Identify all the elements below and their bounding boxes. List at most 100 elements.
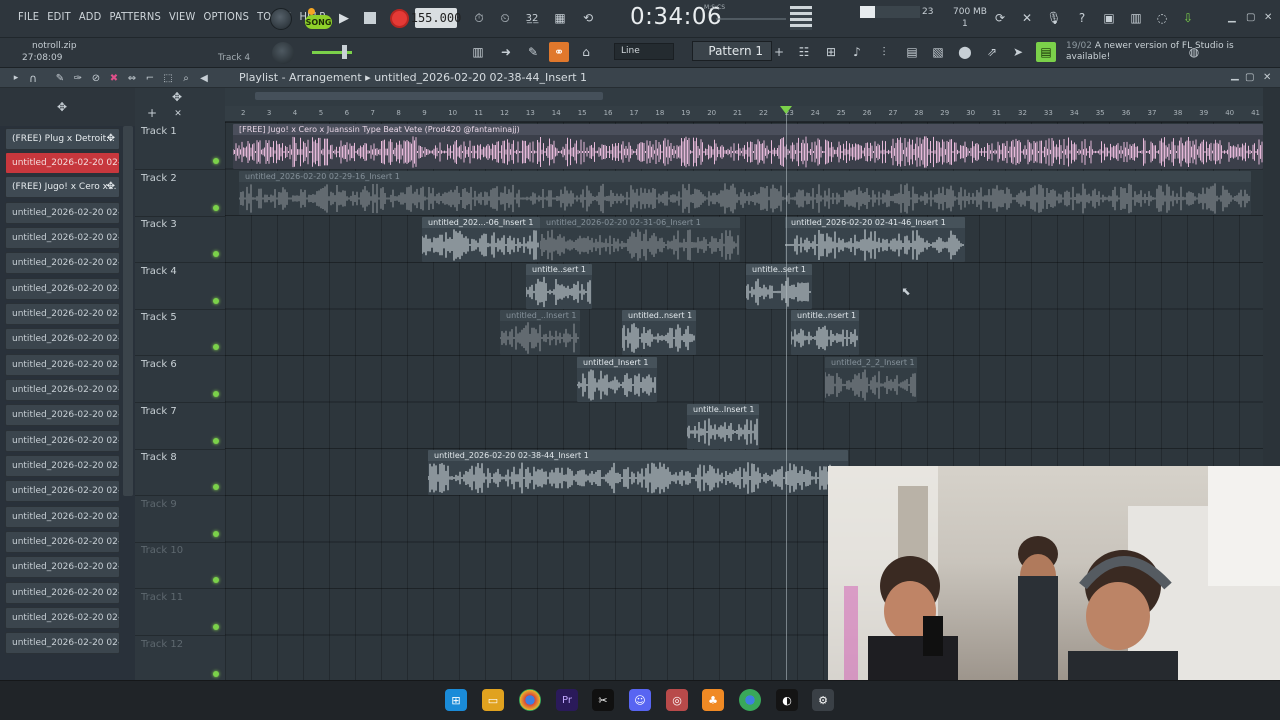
link-icon[interactable]: ⚭ <box>549 42 569 62</box>
playlist-close-icon[interactable]: ✕ <box>1263 72 1271 83</box>
timeline-ruler[interactable]: 2 3 4 5 6 7 8 9 10 11 12 13 14 15 16 17 18 19 20 21 22 23 24 25… <box>225 106 1263 122</box>
menu-item-add[interactable]: ADD <box>79 10 102 23</box>
windows-start-icon[interactable]: ⊞ <box>445 689 467 711</box>
fl-studio-taskbar-icon[interactable]: ♣ <box>702 689 724 711</box>
channel-rack-icon[interactable]: ⊞ <box>821 43 841 61</box>
export-icon[interactable]: ⇗ <box>982 43 1002 61</box>
stop-icon[interactable] <box>364 12 376 24</box>
audio-clip[interactable]: untitled_2026-02-20 02-38-44_Insert 1 <box>428 450 848 495</box>
menu-item-options[interactable]: OPTIONS <box>203 10 249 23</box>
track-mute-led[interactable] <box>213 344 219 351</box>
record-icon[interactable] <box>390 9 409 28</box>
plugin-icon[interactable]: ✕ <box>1017 8 1037 28</box>
close-icon[interactable]: ✕ <box>1264 12 1272 23</box>
track-header[interactable]: Track 9 <box>135 497 225 543</box>
slice-tool-icon[interactable]: ⌐ <box>144 71 156 85</box>
track-mute-led[interactable] <box>213 437 219 444</box>
add-track-icon[interactable]: + <box>146 106 158 120</box>
plugin-database-icon[interactable]: ▧ <box>928 43 948 61</box>
song-mode-toggle[interactable]: SONG <box>305 15 332 29</box>
audio-clip[interactable]: [FREE] Jugo! x Cero x Juanssin Type Beat… <box>233 124 1263 169</box>
track-mute-led[interactable] <box>213 251 219 258</box>
snap-selector[interactable]: Line <box>614 43 674 60</box>
slip-tool-icon[interactable]: ⇔ <box>126 71 138 85</box>
browser-item[interactable]: untitled_2026-02-20 02-... <box>5 328 120 350</box>
browser-item[interactable]: (FREE) Jugo! x Cero x... ✥ <box>5 176 120 198</box>
playhead-marker[interactable] <box>780 106 792 114</box>
playlist-icon[interactable]: ☷ <box>794 43 814 61</box>
track-mute-led[interactable] <box>213 577 219 584</box>
track-header[interactable]: Track 10 <box>135 543 225 590</box>
playlist-detach-icon[interactable]: ▁ <box>1231 70 1239 81</box>
track-header[interactable]: Track 8 <box>135 450 225 497</box>
settings-icon[interactable]: ⚙ <box>812 689 834 711</box>
track-mute-led[interactable] <box>213 204 219 211</box>
save-icon[interactable]: ▣ <box>1099 8 1119 28</box>
browser-item[interactable]: untitled_2026-02-20 02-... <box>5 480 120 502</box>
audio-clip[interactable]: untitle..sert 1 <box>526 264 592 309</box>
browser-item[interactable]: untitled_2026-02-20 02-... <box>5 354 120 376</box>
playhead[interactable] <box>786 107 787 680</box>
discord-icon[interactable]: ☺ <box>629 689 651 711</box>
menu-item-patterns[interactable]: PATTERNS <box>109 10 160 23</box>
browser-icon[interactable]: ▤ <box>902 43 922 61</box>
pencil-icon[interactable]: ✎ <box>523 43 543 61</box>
step-edit-icon[interactable]: ▦ <box>550 10 570 26</box>
browser-item[interactable]: untitled_2026-02-20 02-... <box>5 227 120 249</box>
collapse-icon[interactable]: ✥ <box>170 90 184 104</box>
metronome-icon[interactable]: ⏱ <box>470 10 488 26</box>
track-mute-led[interactable] <box>213 158 219 164</box>
pattern-mode-indicator[interactable] <box>308 8 315 15</box>
browser-scrollbar[interactable] <box>123 126 133 496</box>
browser-item[interactable]: (FREE) Plug x Detroit... ✥ <box>5 128 120 150</box>
menu-item-view[interactable]: VIEW <box>169 10 196 23</box>
download-icon[interactable]: ⇩ <box>1178 8 1198 28</box>
track-header[interactable]: Track 1 <box>135 124 225 170</box>
chat-icon[interactable]: ◌ <box>1152 8 1172 28</box>
menu-item-edit[interactable]: EDIT <box>47 10 71 23</box>
track-mute-led[interactable] <box>213 484 219 491</box>
delete-tool-icon[interactable]: ⊘ <box>90 71 102 85</box>
help-icon[interactable]: ? <box>1072 8 1092 28</box>
piano-roll-icon[interactable]: ♪ <box>847 43 867 61</box>
magnet-icon[interactable]: ∩ <box>26 71 40 85</box>
wait-input-icon[interactable]: ⏲ <box>495 10 515 26</box>
master-pitch-slider[interactable] <box>790 6 812 30</box>
zoom-tool-icon[interactable]: ⌕ <box>180 71 192 85</box>
browser-item[interactable]: untitled_2026-02-20 02-... <box>5 430 120 452</box>
audio-clip[interactable]: untitled_2026-02-20 02-29-16_Insert 1 <box>239 171 1251 215</box>
browser-item[interactable]: untitled_2026-02-20 02-... <box>5 152 120 174</box>
browser-item[interactable]: untitled_2026-02-20 02-... <box>5 582 120 604</box>
browser-item[interactable]: untitled_2026-02-20 02-... <box>5 303 120 325</box>
master-volume-knob[interactable] <box>270 8 292 30</box>
paint-tool-icon[interactable]: ✑ <box>72 71 84 85</box>
browser-item[interactable]: untitled_2026-02-20 02-... <box>5 252 120 274</box>
menu-item-file[interactable]: FILE <box>18 10 39 23</box>
stamp-icon[interactable]: ⌂ <box>576 43 596 61</box>
track-mute-led[interactable] <box>213 297 219 304</box>
browser-item[interactable]: untitled_2026-02-20 02-... <box>5 202 120 224</box>
premiere-icon[interactable]: Pr <box>556 689 578 711</box>
browser-nav-icon[interactable]: ✥ <box>54 100 70 114</box>
track-mute-led[interactable] <box>213 391 219 397</box>
playback-tool-icon[interactable]: ◀ <box>198 71 210 85</box>
track-header[interactable]: Track 7 <box>135 404 225 450</box>
audio-clip[interactable]: untitled_2026-02-20 02-31-06_Insert 1 <box>540 217 740 262</box>
track-header[interactable]: Track 2 <box>135 171 225 217</box>
mixer-view-icon[interactable]: ⫶ <box>874 43 894 61</box>
browser-item[interactable]: untitled_2026-02-20 02-... <box>5 506 120 528</box>
chrome-icon[interactable] <box>519 689 541 711</box>
track-header[interactable]: Track 4 <box>135 264 225 310</box>
playlist-menu-icon[interactable]: ▸ <box>10 71 22 85</box>
piano-icon[interactable]: ▥ <box>1126 8 1146 28</box>
browser-item[interactable]: untitled_2026-02-20 02-... <box>5 278 120 300</box>
track-header[interactable]: Track 6 <box>135 357 225 403</box>
tempo-display[interactable]: 155.000 <box>411 8 461 28</box>
arrow-right-icon[interactable]: ➜ <box>496 43 516 61</box>
select-tool-icon[interactable]: ⬚ <box>162 71 174 85</box>
browser-item[interactable]: untitled_2026-02-20 02-... <box>5 632 120 654</box>
audio-clip[interactable]: untitled_202...-06_Insert 1 <box>422 217 540 262</box>
maximize-icon[interactable]: ▢ <box>1246 12 1255 23</box>
browser-item[interactable]: untitled_2026-02-20 02-... <box>5 379 120 401</box>
add-pattern-icon[interactable]: + <box>772 43 786 61</box>
